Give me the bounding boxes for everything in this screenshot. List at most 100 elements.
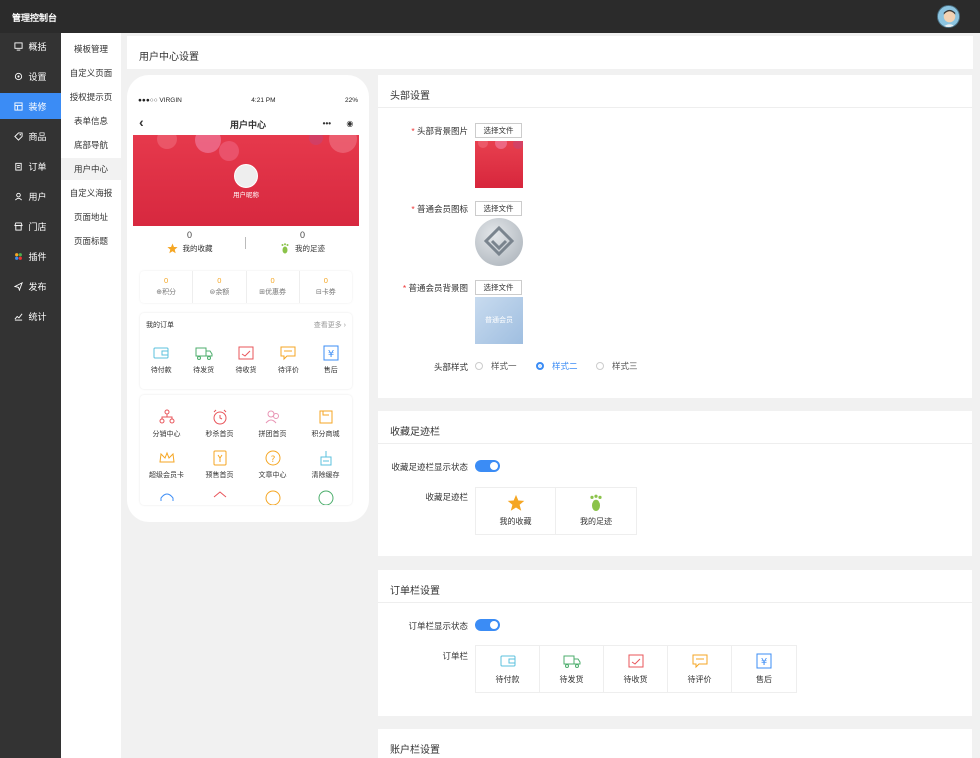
fav-bar-label: 收藏足迹栏 — [425, 492, 468, 502]
sidebar-item-overview[interactable]: 概括 — [0, 33, 61, 59]
order-after-sales[interactable]: ¥ 售后 — [310, 344, 352, 375]
style-three-radio[interactable]: 样式三 — [596, 360, 638, 372]
subnav-page-address[interactable]: 页面地址 — [61, 206, 121, 228]
fav-item-footprints[interactable]: 我的足迹 — [556, 488, 636, 534]
subnav-custom-page[interactable]: 自定义页面 — [61, 62, 121, 84]
choose-vip-bg-button[interactable]: 选择文件 — [475, 280, 522, 295]
divider — [378, 443, 972, 444]
menu-clear-cache[interactable]: 清除缓存 — [305, 449, 347, 480]
close-target-icon[interactable]: ◉ — [346, 119, 353, 128]
my-footprints[interactable]: 0 我的足迹 — [246, 230, 359, 254]
asset-label: 积分 — [162, 289, 177, 296]
more-icon[interactable]: ••• — [323, 119, 331, 128]
order-cell-aftersales[interactable]: ¥ 售后 — [732, 646, 796, 692]
presale-icon — [213, 450, 226, 466]
footprints-count: 0 — [299, 230, 305, 240]
order-cell-label: 待付款 — [495, 675, 520, 684]
sidebar-item-label: 门店 — [28, 221, 47, 232]
sidebar-item-products[interactable]: 商品 — [0, 123, 61, 149]
plugin-icon — [15, 252, 23, 260]
style-two-radio[interactable]: 样式二 — [536, 360, 578, 372]
menu-other[interactable] — [305, 489, 347, 505]
order-bar-preview: 待付款 待发货 待收货 待评价 ¥ 售后 — [475, 645, 797, 693]
order-label: 待评价 — [277, 367, 299, 374]
services-row-3 — [140, 489, 352, 505]
sidebar-item-settings[interactable]: 设置 — [0, 63, 61, 89]
favorites-count: 0 — [186, 230, 192, 240]
order-cell-payment[interactable]: 待付款 — [476, 646, 540, 692]
refund-icon: ¥ — [323, 345, 339, 361]
subnav-template-manage[interactable]: 模板管理 — [61, 38, 121, 60]
sidebar-item-stores[interactable]: 门店 — [0, 213, 61, 239]
asset-points[interactable]: 0 ⊕积分 — [140, 271, 194, 303]
order-cell-receipt[interactable]: 待收货 — [604, 646, 668, 692]
footprint-icon — [281, 243, 289, 254]
asset-balance[interactable]: 0 ⊜余额 — [193, 271, 247, 303]
subnav-form-info[interactable]: 表单信息 — [61, 110, 121, 132]
orders-more-link[interactable]: 查看更多 › — [314, 320, 346, 330]
order-pending-review[interactable]: 待评价 — [267, 344, 309, 375]
menu-presale[interactable]: 预售首页 — [199, 449, 241, 480]
order-status-toggle[interactable] — [475, 619, 500, 631]
menu-support[interactable] — [146, 489, 188, 505]
menu-label: 秒杀首页 — [205, 431, 234, 438]
radio-circle — [475, 362, 483, 370]
menu-help[interactable] — [252, 489, 294, 505]
asset-coupons[interactable]: 0 ⊞优惠券 — [247, 271, 300, 303]
choose-member-icon-button[interactable]: 选择文件 — [475, 201, 522, 216]
fav-status-toggle[interactable] — [475, 460, 500, 472]
sidebar-item-decoration[interactable]: 装修 — [0, 93, 61, 119]
menu-articles[interactable]: ? 文章中心 — [252, 449, 294, 480]
admin-avatar[interactable] — [937, 5, 960, 28]
sidebar-item-label: 插件 — [28, 251, 47, 262]
sidebar-item-stats[interactable]: 统计 — [0, 303, 61, 329]
asset-label: 优惠券 — [265, 289, 287, 296]
order-cell-label: 待评价 — [687, 675, 712, 684]
menu-group-buy[interactable]: 拼团首页 — [252, 408, 294, 439]
subnav-custom-poster[interactable]: 自定义海报 — [61, 182, 121, 204]
top-bar: 管理控制台 — [0, 0, 980, 33]
sidebar-item-orders[interactable]: 订单 — [0, 153, 61, 179]
sidebar-item-users[interactable]: 用户 — [0, 183, 61, 209]
sidebar-item-publish[interactable]: 发布 — [0, 273, 61, 299]
order-cell-review[interactable]: 待评价 — [668, 646, 732, 692]
menu-label: 分销中心 — [152, 431, 181, 438]
asset-cards[interactable]: 0 ⊟卡券 — [300, 271, 352, 303]
menu-coupon[interactable] — [199, 489, 241, 505]
menu-points-mall[interactable]: 积分商城 — [305, 408, 347, 439]
radio-circle — [596, 362, 604, 370]
user-banner: 用户昵称 — [133, 135, 359, 226]
orders-icon-row: 待付款 待发货 待收货 待评价 ¥ 售后 — [140, 344, 352, 375]
clipboard-icon — [15, 162, 23, 171]
subnav-user-center[interactable]: 用户中心 — [61, 158, 121, 180]
phone-nav-bar: ‹ 用户中心 ••• ◉ — [133, 114, 363, 133]
chart-icon — [15, 313, 23, 321]
svg-text:?: ? — [270, 455, 275, 465]
radio-circle — [536, 362, 544, 370]
divider — [378, 602, 972, 603]
subnav-page-title[interactable]: 页面标题 — [61, 230, 121, 252]
my-favorites[interactable]: 0 我的收藏 — [133, 230, 246, 254]
ticket-icon — [213, 491, 226, 498]
subnav-bottom-nav[interactable]: 底部导航 — [61, 134, 121, 156]
fav-item-favorites[interactable]: 我的收藏 — [476, 488, 556, 534]
order-pending-shipment[interactable]: 待发货 — [183, 344, 225, 375]
circle-icon — [318, 490, 333, 505]
order-pending-receipt[interactable]: 待收货 — [225, 344, 267, 375]
order-pending-payment[interactable]: 待付款 — [140, 344, 182, 375]
menu-distribution[interactable]: 分销中心 — [146, 408, 188, 439]
panel-title: 账户栏设置 — [390, 745, 440, 756]
order-cell-shipment[interactable]: 待发货 — [540, 646, 604, 692]
truck-icon — [563, 655, 580, 668]
sidebar-item-plugins[interactable]: 插件 — [0, 243, 61, 269]
panel-title: 头部设置 — [390, 91, 430, 102]
order-label: 售后 — [323, 367, 338, 374]
style-one-radio[interactable]: 样式一 — [475, 360, 517, 372]
capsule-menu[interactable]: ••• ◉ — [315, 115, 361, 132]
menu-flash-sale[interactable]: 秒杀首页 — [199, 408, 241, 439]
group-icon — [265, 410, 279, 424]
menu-label: 文章中心 — [258, 472, 287, 479]
menu-super-vip[interactable]: 超级会员卡 — [146, 449, 188, 480]
choose-header-bg-button[interactable]: 选择文件 — [475, 123, 522, 138]
subnav-auth-prompt[interactable]: 授权提示页 — [61, 86, 121, 108]
